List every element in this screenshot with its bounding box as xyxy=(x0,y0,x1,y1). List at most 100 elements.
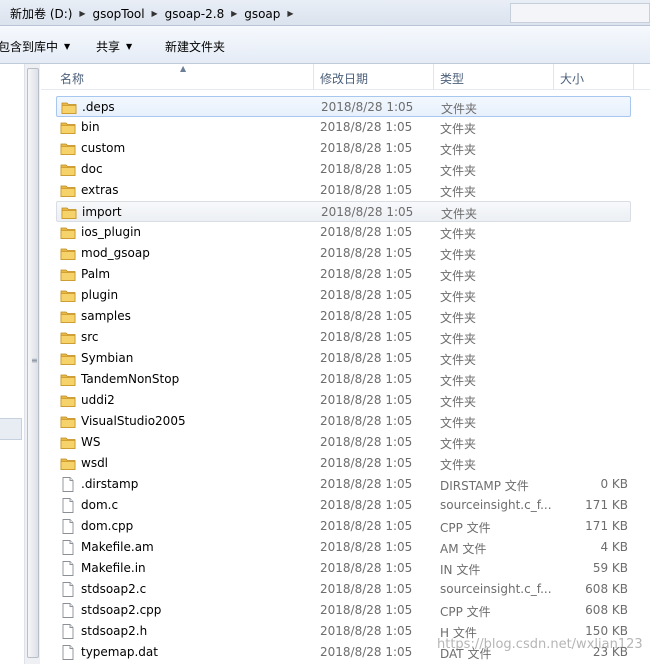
file-name: extras xyxy=(81,183,119,197)
breadcrumb-chevron-icon[interactable]: ▶ xyxy=(149,9,161,18)
file-type: IN 文件 xyxy=(440,563,481,577)
folder-icon xyxy=(60,267,76,282)
file-row[interactable]: wsdl 2018/8/28 1:05 文件夹 xyxy=(56,453,631,474)
folder-icon xyxy=(60,372,76,387)
folder-icon xyxy=(61,100,77,115)
file-type: 文件夹 xyxy=(441,102,478,116)
breadcrumb-chevron-icon[interactable]: ▶ xyxy=(228,9,240,18)
file-size: 150 KB xyxy=(585,624,628,638)
file-name: doc xyxy=(81,162,103,176)
search-input[interactable] xyxy=(510,3,650,23)
file-date: 2018/8/28 1:05 xyxy=(320,141,413,155)
file-type: 文件夹 xyxy=(440,332,477,346)
file-row[interactable]: doc 2018/8/28 1:05 文件夹 xyxy=(56,159,631,180)
column-divider[interactable] xyxy=(433,64,434,90)
file-date: 2018/8/28 1:05 xyxy=(320,330,413,344)
scrollbar-thumb[interactable]: ≡ xyxy=(27,68,39,658)
share-button[interactable]: 共享 ▼ xyxy=(96,38,132,55)
file-date: 2018/8/28 1:05 xyxy=(320,456,413,470)
file-icon xyxy=(60,519,76,534)
file-row[interactable]: bin 2018/8/28 1:05 文件夹 xyxy=(56,117,631,138)
file-row[interactable]: Symbian 2018/8/28 1:05 文件夹 xyxy=(56,348,631,369)
file-name: ios_plugin xyxy=(81,225,142,239)
file-row[interactable]: dom.cpp 2018/8/28 1:05 CPP 文件 171 KB xyxy=(56,516,631,537)
folder-icon xyxy=(60,393,76,408)
column-header-name[interactable]: 名称 xyxy=(60,70,84,87)
file-name: stdsoap2.h xyxy=(81,624,148,638)
file-date: 2018/8/28 1:05 xyxy=(320,162,413,176)
file-row[interactable]: src 2018/8/28 1:05 文件夹 xyxy=(56,327,631,348)
file-row[interactable]: .dirstamp 2018/8/28 1:05 DIRSTAMP 文件 0 KB xyxy=(56,474,631,495)
file-row[interactable]: plugin 2018/8/28 1:05 文件夹 xyxy=(56,285,631,306)
file-date: 2018/8/28 1:05 xyxy=(320,519,413,533)
file-row[interactable]: stdsoap2.c 2018/8/28 1:05 sourceinsight.c_… xyxy=(56,579,631,600)
breadcrumb-chevron-icon[interactable]: ▶ xyxy=(284,9,296,18)
command-bar: 包含到库中 ▼ 共享 ▼ 新建文件夹 xyxy=(0,26,650,64)
file-row[interactable]: samples 2018/8/28 1:05 文件夹 xyxy=(56,306,631,327)
file-type: 文件夹 xyxy=(440,374,477,388)
file-size: 59 KB xyxy=(592,561,628,575)
folder-icon xyxy=(60,246,76,261)
file-date: 2018/8/28 1:05 xyxy=(320,267,413,281)
breadcrumb-item[interactable]: gsoap-2.8 xyxy=(161,7,229,21)
file-row[interactable]: Palm 2018/8/28 1:05 文件夹 xyxy=(56,264,631,285)
file-row[interactable]: custom 2018/8/28 1:05 文件夹 xyxy=(56,138,631,159)
file-type: 文件夹 xyxy=(440,164,477,178)
file-type: 文件夹 xyxy=(440,395,477,409)
breadcrumb-chevron-icon[interactable]: ▶ xyxy=(76,9,88,18)
new-folder-label: 新建文件夹 xyxy=(165,40,226,54)
column-divider[interactable] xyxy=(313,64,314,90)
include-in-library-label: 包含到库中 xyxy=(0,40,59,54)
dropdown-arrow-icon: ▼ xyxy=(126,42,133,51)
file-row[interactable]: import 2018/8/28 1:05 文件夹 xyxy=(56,201,631,222)
breadcrumb-item[interactable]: gsopTool xyxy=(88,7,148,21)
file-row[interactable]: Makefile.in 2018/8/28 1:05 IN 文件 59 KB xyxy=(56,558,631,579)
file-name: custom xyxy=(81,141,126,155)
file-row[interactable]: Makefile.am 2018/8/28 1:05 AM 文件 4 KB xyxy=(56,537,631,558)
file-icon xyxy=(60,561,76,576)
column-header-row: ▲ 名称 修改日期 类型 大小 xyxy=(41,64,650,90)
include-in-library-button[interactable]: 包含到库中 ▼ xyxy=(0,38,70,55)
file-row[interactable]: extras 2018/8/28 1:05 文件夹 xyxy=(56,180,631,201)
column-header-date[interactable]: 修改日期 xyxy=(320,70,368,87)
column-header-type[interactable]: 类型 xyxy=(440,70,464,87)
file-date: 2018/8/28 1:05 xyxy=(320,246,413,260)
new-folder-button[interactable]: 新建文件夹 xyxy=(165,38,225,55)
breadcrumb-item[interactable]: 新加卷 (D:) xyxy=(6,5,76,22)
address-bar[interactable]: 新加卷 (D:) ▶ gsopTool ▶ gsoap-2.8 ▶ gsoap … xyxy=(0,0,650,26)
file-icon xyxy=(60,540,76,555)
folder-icon xyxy=(60,288,76,303)
file-row[interactable]: WS 2018/8/28 1:05 文件夹 xyxy=(56,432,631,453)
navigation-scrollbar[interactable]: ≡ xyxy=(24,64,40,664)
file-name: mod_gsoap xyxy=(81,246,150,260)
file-row[interactable]: dom.c 2018/8/28 1:05 sourceinsight.c_f... 1… xyxy=(56,495,631,516)
file-row[interactable]: TandemNonStop 2018/8/28 1:05 文件夹 xyxy=(56,369,631,390)
navigation-pane: ≡ xyxy=(0,64,40,664)
column-divider[interactable] xyxy=(633,64,634,90)
file-row[interactable]: mod_gsoap 2018/8/28 1:05 文件夹 xyxy=(56,243,631,264)
file-name: src xyxy=(81,330,99,344)
file-type: sourceinsight.c_f... xyxy=(440,582,552,596)
file-name: stdsoap2.cpp xyxy=(81,603,162,617)
file-date: 2018/8/28 1:05 xyxy=(320,372,413,386)
file-type: 文件夹 xyxy=(440,185,477,199)
breadcrumb-item[interactable]: gsoap xyxy=(240,7,284,21)
file-name: Palm xyxy=(81,267,111,281)
file-type: CPP 文件 xyxy=(440,605,491,619)
column-divider[interactable] xyxy=(553,64,554,90)
file-icon xyxy=(60,645,76,660)
navigation-selected-item[interactable] xyxy=(0,418,22,440)
file-row[interactable]: VisualStudio2005 2018/8/28 1:05 文件夹 xyxy=(56,411,631,432)
file-date: 2018/8/28 1:05 xyxy=(320,309,413,323)
file-row[interactable]: uddi2 2018/8/28 1:05 文件夹 xyxy=(56,390,631,411)
file-date: 2018/8/28 1:05 xyxy=(320,582,413,596)
file-name: Makefile.in xyxy=(81,561,146,575)
column-header-size[interactable]: 大小 xyxy=(560,70,584,87)
file-date: 2018/8/28 1:05 xyxy=(320,288,413,302)
file-name: samples xyxy=(81,309,131,323)
file-date: 2018/8/28 1:05 xyxy=(320,624,413,638)
file-row[interactable]: stdsoap2.cpp 2018/8/28 1:05 CPP 文件 608 KB xyxy=(56,600,631,621)
file-row[interactable]: ios_plugin 2018/8/28 1:05 文件夹 xyxy=(56,222,631,243)
file-row[interactable]: .deps 2018/8/28 1:05 文件夹 xyxy=(56,96,631,117)
file-type: 文件夹 xyxy=(440,458,477,472)
